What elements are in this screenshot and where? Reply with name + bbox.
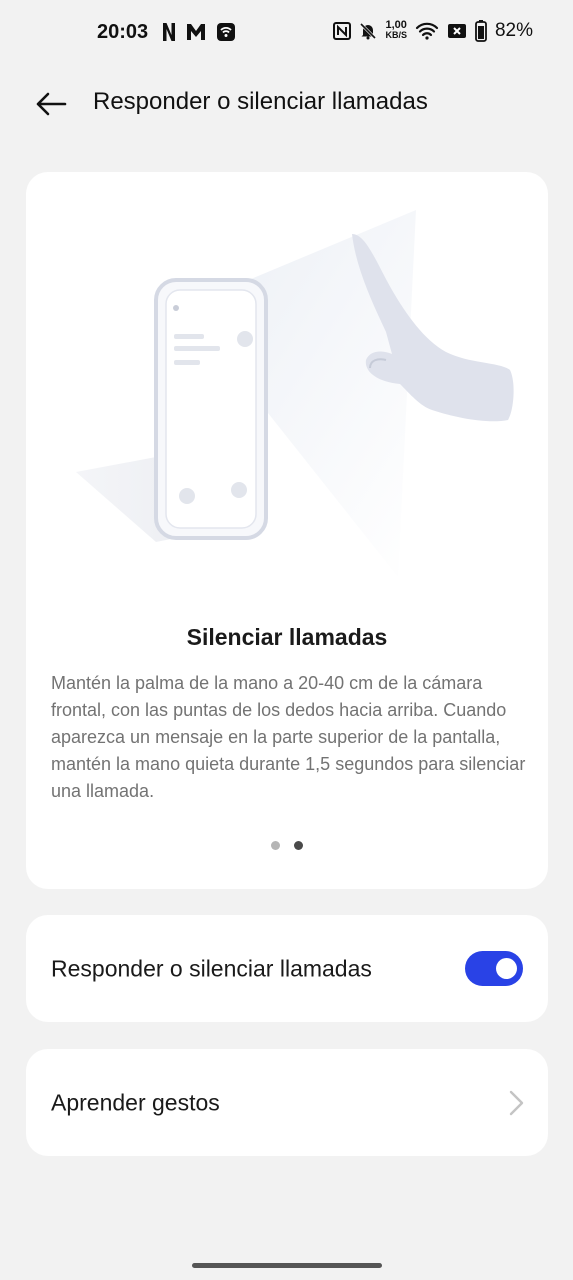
bell-muted-icon xyxy=(359,22,377,40)
wifi-icon xyxy=(415,22,439,40)
page-indicator xyxy=(26,841,548,850)
battery-percent: 82% xyxy=(494,20,533,41)
home-indicator[interactable] xyxy=(192,1263,382,1268)
battery-icon xyxy=(475,20,487,42)
wifi-hotspot-icon xyxy=(216,22,236,42)
page-title: Responder o silenciar llamadas xyxy=(93,88,428,115)
chevron-right-icon xyxy=(509,1090,524,1116)
page-dot-2[interactable] xyxy=(294,841,303,850)
no-sim-icon xyxy=(447,23,467,39)
gesture-illustration xyxy=(26,172,548,612)
toggle-knob xyxy=(496,958,517,979)
net-speed-unit: KB/S xyxy=(385,30,407,40)
toggle-row: Responder o silenciar llamadas xyxy=(26,915,548,1022)
back-button[interactable] xyxy=(30,84,72,124)
tutorial-heading: Silenciar llamadas xyxy=(186,624,388,650)
arrow-left-icon xyxy=(36,92,67,116)
status-left-icons xyxy=(162,22,236,42)
netflix-icon xyxy=(162,22,176,42)
toggle-row-label: Responder o silenciar llamadas xyxy=(51,955,372,981)
status-bar: 20:03 1,00 KB/S 82% xyxy=(0,0,573,68)
m-app-icon xyxy=(186,23,206,41)
header: Responder o silenciar llamadas xyxy=(0,76,573,132)
tutorial-card: Silenciar llamadas Mantén la palma de la… xyxy=(26,172,548,889)
answer-mute-toggle[interactable] xyxy=(465,951,523,986)
status-right-icons: 1,00 KB/S 82% xyxy=(333,20,533,42)
nfc-icon xyxy=(333,22,352,40)
status-time: 20:03 xyxy=(97,21,149,43)
learn-gestures-row[interactable]: Aprender gestos xyxy=(26,1049,548,1156)
page-dot-1[interactable] xyxy=(271,841,280,850)
learn-gestures-label: Aprender gestos xyxy=(51,1089,220,1115)
tutorial-description: Mantén la palma de la mano a 20-40 cm de… xyxy=(51,673,526,801)
net-speed: 1,00 KB/S xyxy=(385,20,407,40)
